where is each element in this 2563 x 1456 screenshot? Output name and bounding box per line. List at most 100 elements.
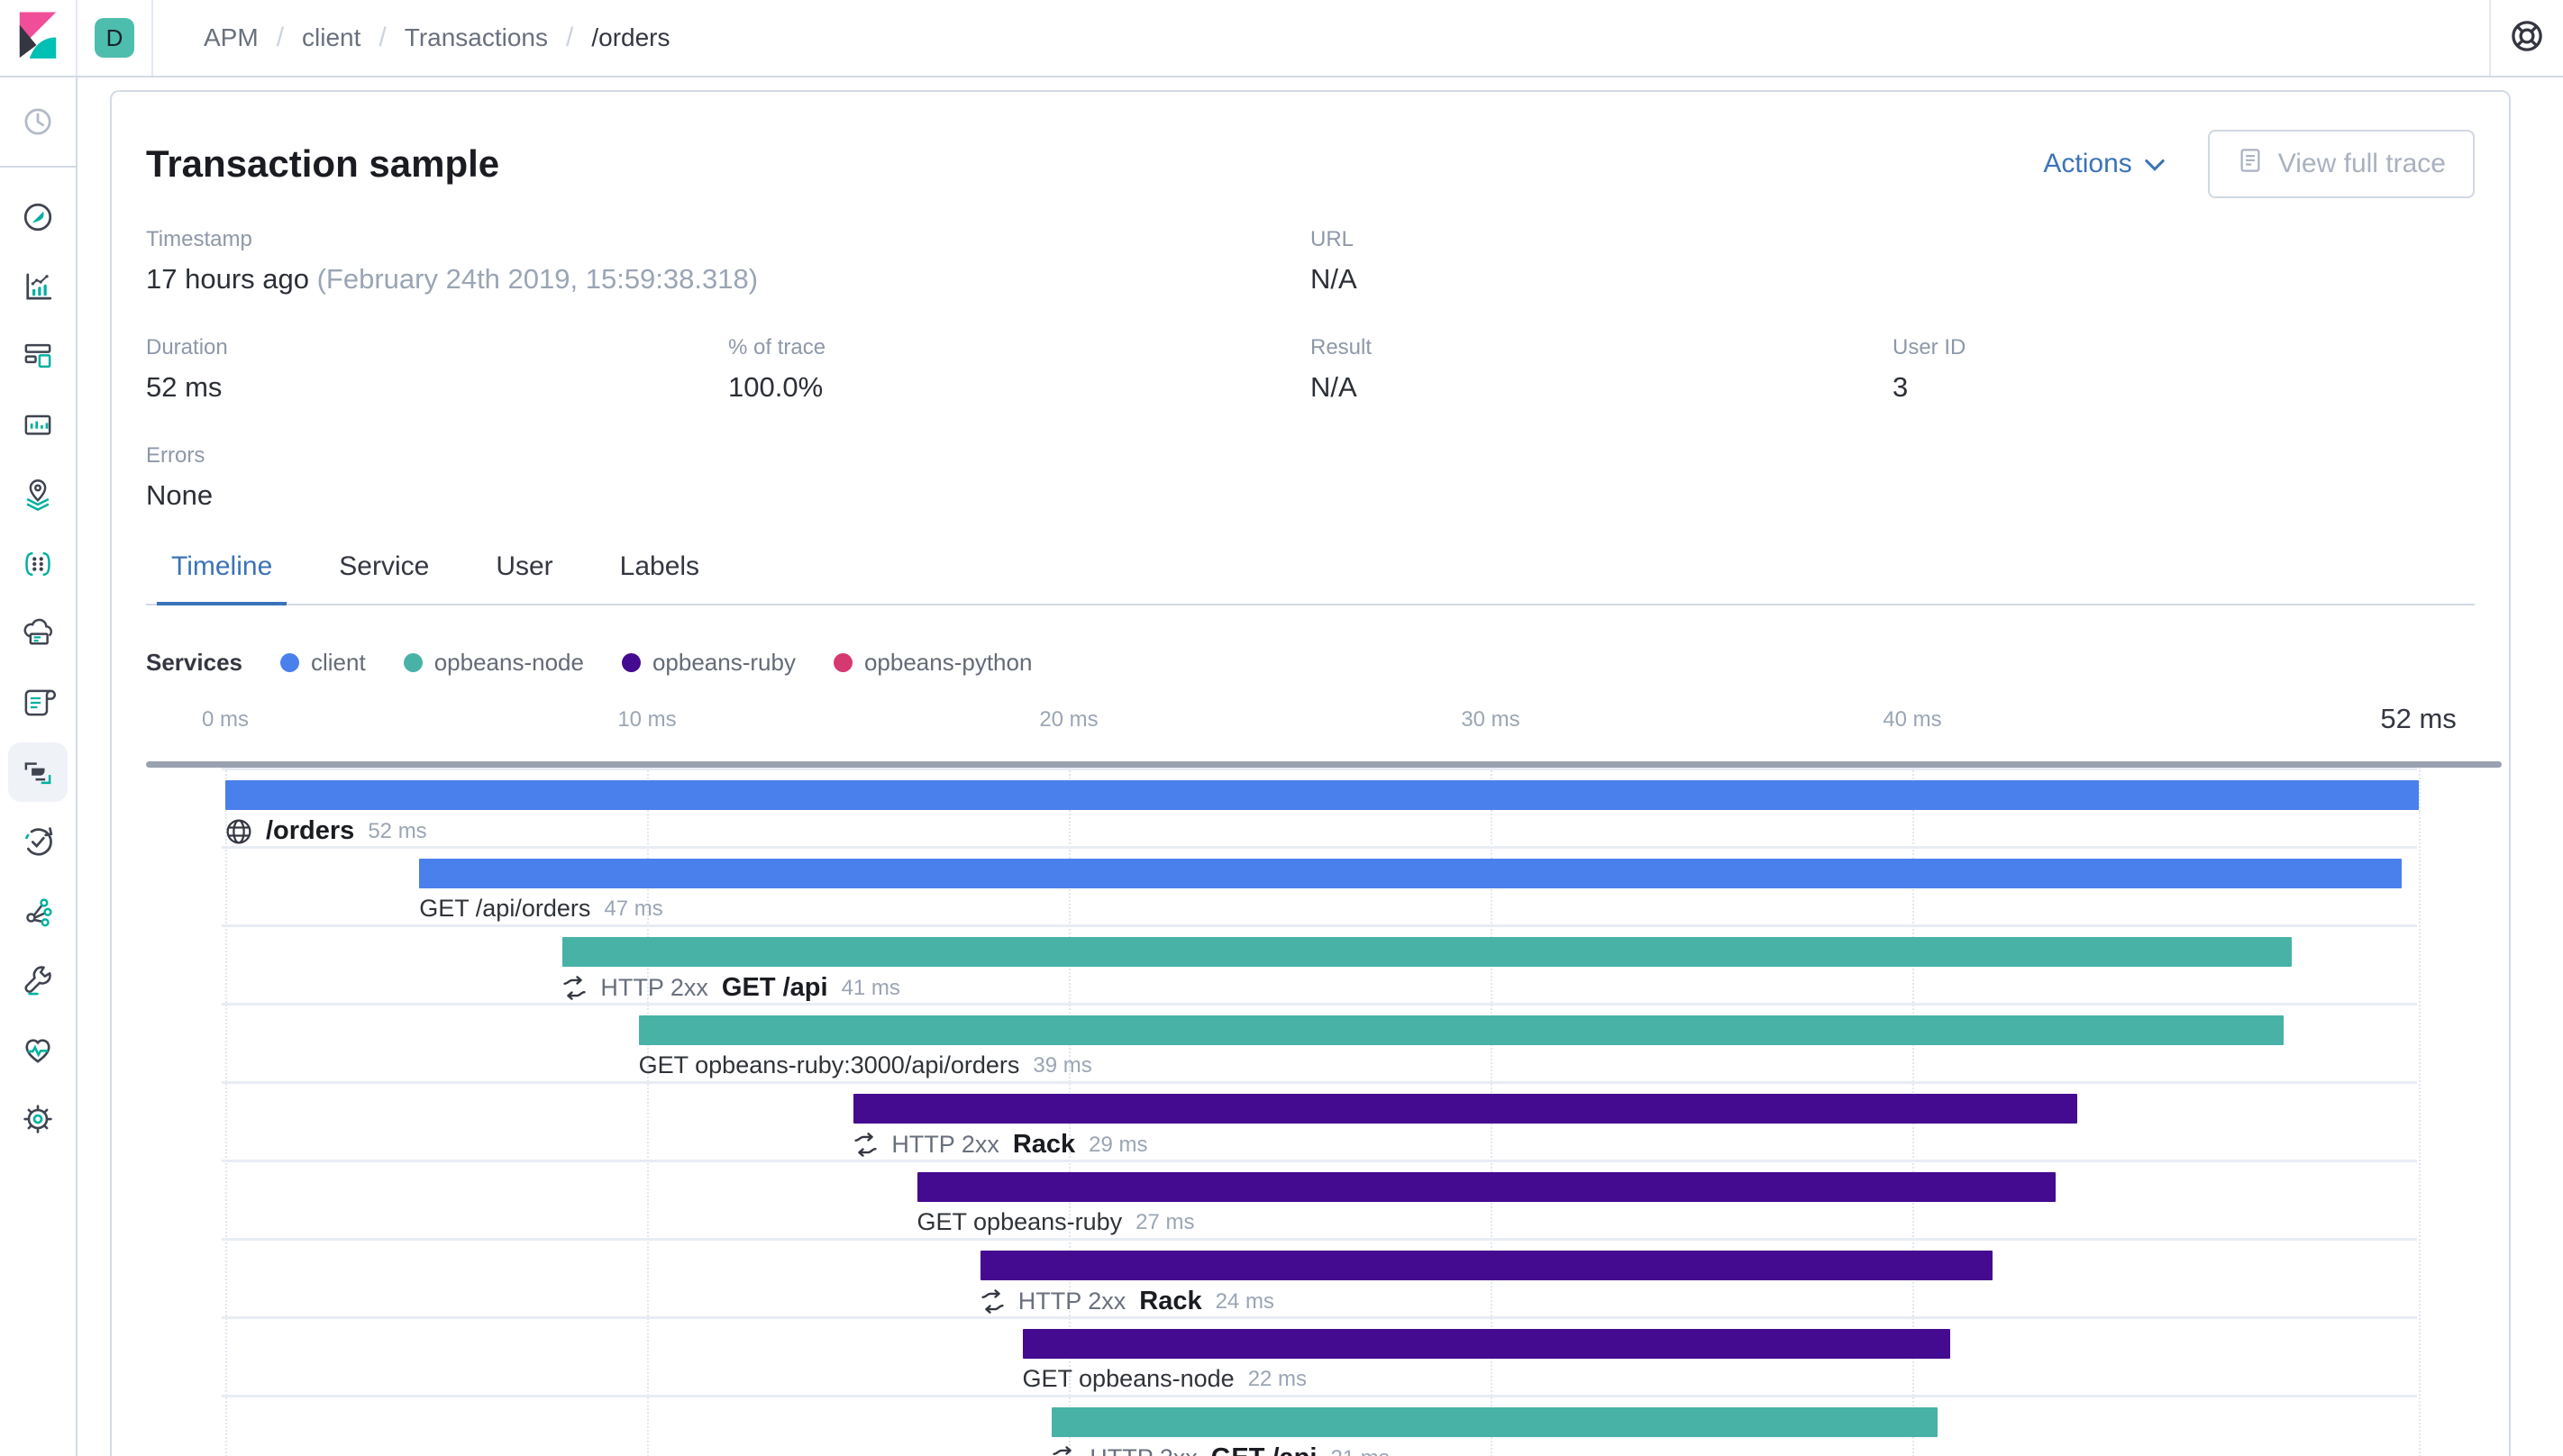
metadata-pct-of-trace: % of trace 100.0%	[728, 335, 1310, 404]
span-bar[interactable]	[1022, 1329, 1951, 1359]
span-bar[interactable]	[1052, 1407, 1938, 1437]
span-bar[interactable]	[917, 1172, 2057, 1202]
span-bar[interactable]	[980, 1251, 1993, 1280]
span-label[interactable]: HTTP 2xx Rack 24 ms	[981, 1287, 1274, 1316]
metadata-row-1: Timestamp 17 hours ago (February 24th 20…	[146, 227, 2475, 296]
maps-icon	[8, 465, 68, 524]
waterfall-row: HTTP 2xx GET /api 41 ms	[146, 924, 2475, 1003]
waterfall-row: GET opbeans-ruby 27 ms	[146, 1160, 2475, 1238]
breadcrumb: APM / client / Transactions / /orders	[204, 23, 670, 53]
legend-label: opbeans-python	[863, 649, 1033, 676]
sidebar-item-infrastructure[interactable]	[0, 598, 76, 668]
sidebar-item-graph[interactable]	[0, 876, 76, 945]
waterfall-row: GET /api/orders 47 ms	[146, 846, 2475, 924]
metadata-timestamp: Timestamp 17 hours ago (February 24th 20…	[146, 227, 1310, 296]
span-name: GET opbeans-node	[1022, 1365, 1235, 1392]
span-label[interactable]: GET /api/orders 47 ms	[419, 895, 662, 923]
sidebar-item-canvas[interactable]	[0, 390, 76, 460]
waterfall-horizontal-scrollbar[interactable]	[146, 761, 2502, 768]
sidebar-item-recently-viewed[interactable]	[0, 77, 76, 166]
view-full-trace-button[interactable]: View full trace	[2207, 130, 2475, 198]
sidebar	[0, 77, 78, 1456]
sidebar-item-discover[interactable]	[0, 182, 76, 251]
span-bar[interactable]	[225, 780, 2419, 810]
legend-item-opbeans-python: opbeans-python	[833, 649, 1033, 677]
span-prefix: HTTP 2xx	[1090, 1444, 1198, 1456]
sidebar-item-dashboard[interactable]	[0, 321, 76, 390]
metadata-section: Timestamp 17 hours ago (February 24th 20…	[146, 227, 2475, 512]
timestamp-relative: 17 hours ago	[146, 263, 309, 295]
span-prefix: HTTP 2xx	[891, 1131, 999, 1158]
kibana-logo[interactable]	[0, 0, 78, 76]
legend-dot-icon	[403, 653, 423, 672]
chevron-down-icon	[2145, 149, 2165, 179]
space-selector: D	[78, 0, 153, 76]
sidebar-item-uptime[interactable]	[0, 806, 76, 876]
span-label[interactable]: HTTP 2xx GET /api 41 ms	[562, 973, 900, 1003]
span-duration: 47 ms	[604, 896, 663, 921]
legend-dot-icon	[621, 653, 641, 672]
metadata-result: Result N/A	[1310, 335, 1893, 404]
sidebar-item-machine-learning[interactable]	[0, 529, 76, 598]
span-prefix: HTTP 2xx	[1017, 1288, 1126, 1315]
discover-icon	[8, 187, 68, 247]
span-duration: 24 ms	[1215, 1288, 1274, 1314]
span-duration: 22 ms	[1247, 1366, 1308, 1391]
sidebar-nav	[0, 168, 76, 1153]
errors-value: None	[146, 479, 214, 511]
tab-user[interactable]: User	[492, 551, 556, 604]
space-badge[interactable]: D	[95, 18, 134, 58]
sidebar-item-dev-tools[interactable]	[0, 945, 76, 1015]
panel-header: Transaction sample Actions View full tra…	[146, 128, 2475, 200]
span-name: GET /api	[721, 973, 828, 1002]
span-label[interactable]: HTTP 2xx GET /api 21 ms	[1052, 1443, 1390, 1456]
app-root: D APM / client / Transactions / /orders Transa…	[0, 0, 2563, 1456]
globe-icon	[225, 818, 252, 845]
errors-label: Errors	[146, 443, 205, 468]
breadcrumb-separator: /	[379, 23, 387, 52]
result-label: Result	[1310, 335, 1373, 359]
waterfall-row: HTTP 2xx Rack 24 ms	[146, 1238, 2475, 1316]
span-bar[interactable]	[638, 1015, 2284, 1045]
url-label: URL	[1310, 227, 1354, 251]
actions-dropdown[interactable]: Actions	[2043, 149, 2165, 179]
legend-item-client: client	[279, 649, 366, 677]
pct-of-trace-value: 100.0%	[728, 371, 824, 403]
span-label[interactable]: GET opbeans-ruby:3000/api/orders 39 ms	[639, 1051, 1092, 1079]
tab-timeline[interactable]: Timeline	[156, 551, 287, 605]
sidebar-item-monitoring[interactable]	[0, 1015, 76, 1084]
sidebar-item-management[interactable]	[0, 1084, 76, 1153]
waterfall-row: HTTP 2xx GET /api 21 ms	[146, 1395, 2475, 1456]
breadcrumb-item-apm[interactable]: APM	[204, 23, 259, 52]
span-label[interactable]: HTTP 2xx Rack 29 ms	[853, 1130, 1148, 1160]
legend-dot-icon	[279, 653, 299, 672]
tab-labels[interactable]: Labels	[616, 551, 703, 604]
sidebar-item-maps[interactable]	[0, 460, 76, 529]
page-title: Transaction sample	[146, 142, 500, 185]
sidebar-item-apm[interactable]	[0, 737, 76, 806]
legend-item-opbeans-node: opbeans-node	[403, 649, 584, 677]
breadcrumb-item-client[interactable]: client	[302, 23, 360, 52]
pct-of-trace-label: % of trace	[728, 335, 826, 359]
span-label[interactable]: GET opbeans-node 22 ms	[1023, 1365, 1308, 1393]
breadcrumb-item-transactions[interactable]: Transactions	[405, 23, 548, 52]
timestamp-label: Timestamp	[146, 227, 252, 251]
span-name: Rack	[1012, 1130, 1076, 1159]
waterfall-rows: /orders 52 ms GET /api/orders 47 ms HTTP 2xx…	[146, 768, 2475, 1456]
merge-icon	[981, 1289, 1005, 1314]
sidebar-item-visualize[interactable]	[0, 251, 76, 321]
span-bar[interactable]	[562, 937, 2293, 967]
tab-service[interactable]: Service	[335, 551, 433, 604]
transaction-sample-panel: Transaction sample Actions View full tra…	[110, 90, 2511, 1456]
span-label[interactable]: /orders 52 ms	[225, 816, 427, 846]
span-bar[interactable]	[853, 1094, 2077, 1124]
span-bar[interactable]	[419, 859, 2402, 888]
legend-label: client	[310, 649, 366, 676]
help-button[interactable]	[2491, 16, 2563, 60]
breadcrumb-item-orders: /orders	[591, 23, 670, 51]
sidebar-item-logs[interactable]	[0, 668, 76, 737]
span-label[interactable]: GET opbeans-ruby 27 ms	[917, 1208, 1195, 1236]
axis-tick-label: 52 ms	[2380, 703, 2457, 734]
merge-icon	[562, 976, 587, 1000]
apm-icon	[8, 742, 68, 802]
